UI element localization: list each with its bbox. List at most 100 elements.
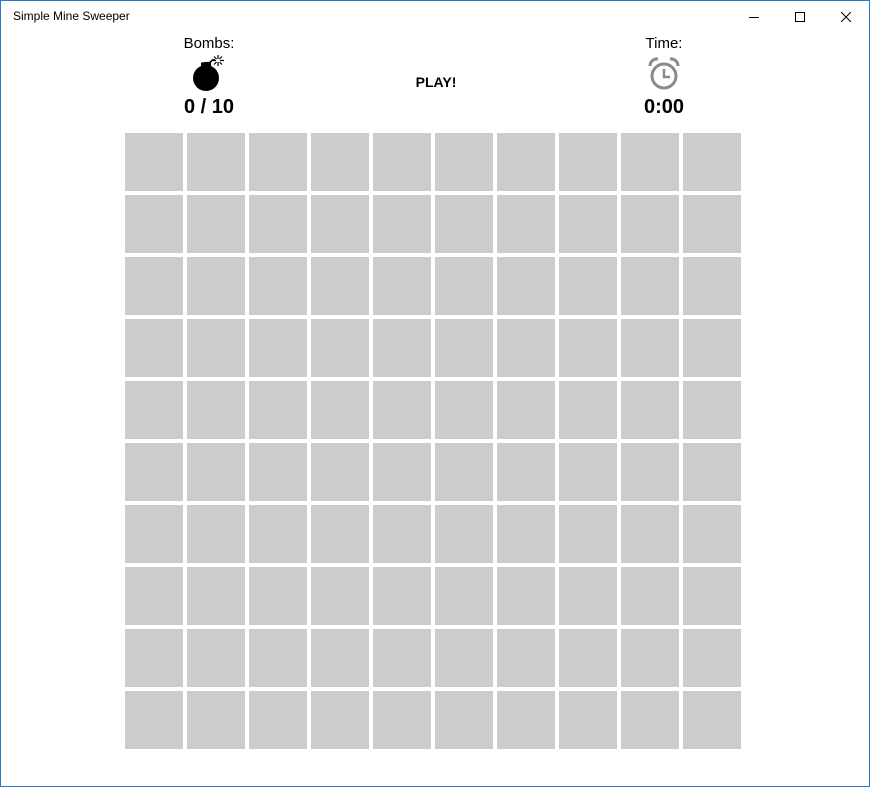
mine-cell[interactable]	[559, 567, 617, 625]
mine-cell[interactable]	[435, 195, 493, 253]
mine-cell[interactable]	[497, 133, 555, 191]
mine-cell[interactable]	[559, 257, 617, 315]
mine-cell[interactable]	[311, 629, 369, 687]
mine-cell[interactable]	[311, 443, 369, 501]
mine-cell[interactable]	[125, 319, 183, 377]
mine-cell[interactable]	[311, 195, 369, 253]
mine-cell[interactable]	[125, 629, 183, 687]
mine-cell[interactable]	[497, 257, 555, 315]
title-bar[interactable]: Simple Mine Sweeper	[1, 1, 869, 32]
mine-cell[interactable]	[621, 443, 679, 501]
mine-cell[interactable]	[683, 505, 741, 563]
mine-cell[interactable]	[249, 257, 307, 315]
mine-cell[interactable]	[559, 319, 617, 377]
mine-cell[interactable]	[621, 319, 679, 377]
mine-cell[interactable]	[621, 195, 679, 253]
mine-cell[interactable]	[311, 257, 369, 315]
mine-cell[interactable]	[125, 133, 183, 191]
mine-cell[interactable]	[559, 381, 617, 439]
mine-cell[interactable]	[497, 691, 555, 749]
mine-cell[interactable]	[621, 505, 679, 563]
mine-cell[interactable]	[249, 133, 307, 191]
mine-cell[interactable]	[125, 443, 183, 501]
mine-cell[interactable]	[683, 443, 741, 501]
mine-cell[interactable]	[683, 319, 741, 377]
mine-cell[interactable]	[249, 505, 307, 563]
mine-cell[interactable]	[311, 319, 369, 377]
mine-cell[interactable]	[621, 257, 679, 315]
mine-cell[interactable]	[435, 629, 493, 687]
mine-cell[interactable]	[187, 443, 245, 501]
mine-cell[interactable]	[621, 381, 679, 439]
mine-cell[interactable]	[435, 319, 493, 377]
mine-cell[interactable]	[187, 133, 245, 191]
mine-cell[interactable]	[435, 381, 493, 439]
mine-cell[interactable]	[249, 381, 307, 439]
mine-cell[interactable]	[373, 629, 431, 687]
mine-cell[interactable]	[683, 133, 741, 191]
mine-cell[interactable]	[683, 567, 741, 625]
mine-cell[interactable]	[497, 381, 555, 439]
mine-cell[interactable]	[373, 443, 431, 501]
mine-cell[interactable]	[435, 257, 493, 315]
mine-cell[interactable]	[249, 195, 307, 253]
mine-cell[interactable]	[435, 505, 493, 563]
mine-cell[interactable]	[187, 381, 245, 439]
mine-cell[interactable]	[435, 691, 493, 749]
mine-cell[interactable]	[683, 629, 741, 687]
close-button[interactable]	[823, 1, 869, 32]
mine-cell[interactable]	[187, 691, 245, 749]
mine-cell[interactable]	[497, 567, 555, 625]
mine-cell[interactable]	[187, 505, 245, 563]
mine-cell[interactable]	[373, 505, 431, 563]
minimize-button[interactable]	[731, 1, 777, 32]
mine-cell[interactable]	[249, 691, 307, 749]
mine-cell[interactable]	[621, 567, 679, 625]
mine-cell[interactable]	[435, 567, 493, 625]
mine-cell[interactable]	[311, 505, 369, 563]
mine-cell[interactable]	[559, 443, 617, 501]
mine-cell[interactable]	[249, 443, 307, 501]
mine-cell[interactable]	[559, 629, 617, 687]
maximize-button[interactable]	[777, 1, 823, 32]
mine-cell[interactable]	[311, 567, 369, 625]
mine-cell[interactable]	[621, 133, 679, 191]
mine-cell[interactable]	[125, 567, 183, 625]
mine-cell[interactable]	[373, 257, 431, 315]
mine-cell[interactable]	[497, 505, 555, 563]
mine-cell[interactable]	[559, 195, 617, 253]
mine-cell[interactable]	[187, 319, 245, 377]
mine-cell[interactable]	[373, 691, 431, 749]
mine-cell[interactable]	[683, 257, 741, 315]
mine-cell[interactable]	[249, 629, 307, 687]
mine-cell[interactable]	[497, 195, 555, 253]
mine-cell[interactable]	[311, 133, 369, 191]
mine-cell[interactable]	[683, 381, 741, 439]
mine-cell[interactable]	[373, 381, 431, 439]
mine-cell[interactable]	[559, 133, 617, 191]
mine-cell[interactable]	[559, 505, 617, 563]
mine-cell[interactable]	[621, 691, 679, 749]
mine-cell[interactable]	[683, 691, 741, 749]
mine-cell[interactable]	[435, 133, 493, 191]
mine-cell[interactable]	[125, 195, 183, 253]
mine-cell[interactable]	[187, 567, 245, 625]
mine-cell[interactable]	[497, 443, 555, 501]
mine-cell[interactable]	[497, 319, 555, 377]
mine-cell[interactable]	[373, 133, 431, 191]
mine-cell[interactable]	[187, 629, 245, 687]
mine-cell[interactable]	[621, 629, 679, 687]
mine-cell[interactable]	[373, 195, 431, 253]
mine-cell[interactable]	[187, 257, 245, 315]
mine-cell[interactable]	[373, 319, 431, 377]
mine-cell[interactable]	[435, 443, 493, 501]
mine-cell[interactable]	[125, 381, 183, 439]
mine-cell[interactable]	[683, 195, 741, 253]
mine-cell[interactable]	[125, 257, 183, 315]
mine-cell[interactable]	[311, 691, 369, 749]
mine-cell[interactable]	[125, 505, 183, 563]
mine-cell[interactable]	[497, 629, 555, 687]
mine-cell[interactable]	[187, 195, 245, 253]
mine-cell[interactable]	[559, 691, 617, 749]
mine-cell[interactable]	[249, 319, 307, 377]
